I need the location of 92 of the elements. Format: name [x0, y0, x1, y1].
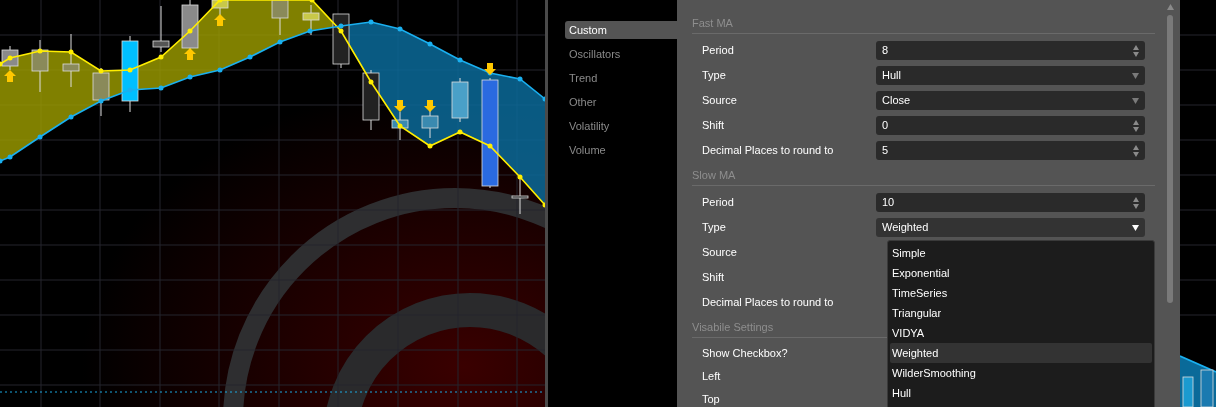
data-point: [98, 98, 104, 104]
number-field[interactable]: 0: [876, 116, 1145, 135]
select-field[interactable]: Hull: [876, 66, 1145, 85]
field-label: Type: [701, 220, 727, 236]
data-point: [0, 61, 3, 67]
data-point: [457, 129, 463, 135]
field-label: Shift: [701, 270, 725, 286]
data-point: [517, 76, 523, 82]
section-heading: Fast MA: [692, 16, 733, 32]
data-point: [68, 49, 74, 55]
sidebar-item[interactable]: Custom: [565, 21, 677, 39]
select-field[interactable]: Close: [876, 91, 1145, 110]
candlestick: [391, 111, 409, 141]
data-point: [397, 123, 403, 129]
spin-arrows-icon[interactable]: [1133, 196, 1139, 209]
spin-arrows-icon[interactable]: [1133, 144, 1139, 157]
number-field[interactable]: 8: [876, 41, 1145, 60]
section-heading: Visabile Settings: [692, 320, 774, 336]
spin-arrows-icon[interactable]: [1133, 44, 1139, 57]
data-point: [309, 0, 315, 3]
data-point: [98, 68, 104, 74]
up-arrow-icon: [184, 48, 196, 60]
dropdown-option[interactable]: Simple: [890, 243, 1152, 263]
data-point: [427, 41, 433, 47]
sidebar-item[interactable]: Volatility: [565, 117, 677, 135]
dropdown-option[interactable]: VIDYA: [890, 323, 1152, 343]
number-field[interactable]: 10: [876, 193, 1145, 212]
data-point: [487, 143, 493, 149]
data-point: [158, 85, 164, 91]
field-label: Decimal Places to round to: [701, 143, 835, 159]
candlestick: [302, 4, 320, 36]
data-point: [277, 39, 283, 45]
data-point: [517, 174, 523, 180]
up-arrow-icon: [214, 14, 226, 26]
select-field[interactable]: Weighted: [876, 218, 1145, 237]
field-label: Decimal Places to round to: [701, 295, 835, 311]
candlestick: [62, 33, 80, 88]
field-label: Top: [701, 392, 721, 407]
data-point: [0, 158, 3, 164]
data-point: [37, 134, 43, 140]
data-point: [247, 54, 253, 60]
data-point: [7, 55, 13, 61]
number-field[interactable]: 5: [876, 141, 1145, 160]
candlestick: [92, 67, 110, 117]
dropdown-option[interactable]: TimeSeries: [890, 283, 1152, 303]
data-point: [158, 54, 164, 60]
scroll-up-icon[interactable]: [1166, 4, 1174, 10]
data-point: [397, 26, 403, 32]
field-label: Period: [701, 195, 735, 211]
down-arrow-icon: [484, 63, 496, 75]
candlestick: [152, 5, 170, 53]
caret-icon[interactable]: [1132, 224, 1139, 231]
data-point: [187, 28, 193, 34]
field-label: Source: [701, 245, 738, 261]
dropdown-option[interactable]: WilderSmoothing: [890, 363, 1152, 383]
data-point: [187, 74, 193, 80]
dropdown-option[interactable]: Hull: [890, 383, 1152, 403]
sidebar-item[interactable]: Volume: [565, 141, 677, 159]
up-arrow-icon: [4, 70, 16, 82]
down-arrow-icon: [424, 100, 436, 112]
field-label: Left: [701, 369, 722, 385]
data-point: [368, 19, 374, 25]
dropdown-option[interactable]: Triangular: [890, 303, 1152, 323]
field-label: Type: [701, 68, 727, 84]
data-point: [127, 67, 133, 73]
down-arrow-icon: [394, 100, 406, 112]
data-point: [217, 0, 223, 3]
dropdown-option[interactable]: Exponential: [890, 263, 1152, 283]
data-point: [307, 28, 313, 34]
sidebar-item[interactable]: Other: [565, 93, 677, 111]
data-point: [427, 143, 433, 149]
candlestick: [1, 45, 19, 71]
field-label: Shift: [701, 118, 725, 134]
field-label: Source: [701, 93, 738, 109]
data-point: [368, 79, 374, 85]
candlestick: [31, 39, 49, 93]
dropdown-option[interactable]: Weighted: [890, 343, 1152, 363]
sidebar-item[interactable]: Trend: [565, 69, 677, 87]
candlestick: [271, 0, 289, 36]
field-label: Show Checkbox?: [701, 346, 789, 362]
data-point: [127, 87, 133, 93]
candlestick: [451, 77, 469, 123]
scrollbar-thumb[interactable]: [1167, 15, 1173, 303]
data-point: [68, 114, 74, 120]
spin-arrows-icon[interactable]: [1133, 119, 1139, 132]
candlestick: [211, 0, 229, 16]
data-point: [37, 48, 43, 54]
data-point: [217, 67, 223, 73]
data-point: [457, 57, 463, 63]
sidebar-item[interactable]: Oscillators: [565, 45, 677, 63]
field-label: Period: [701, 43, 735, 59]
data-point: [7, 154, 13, 160]
